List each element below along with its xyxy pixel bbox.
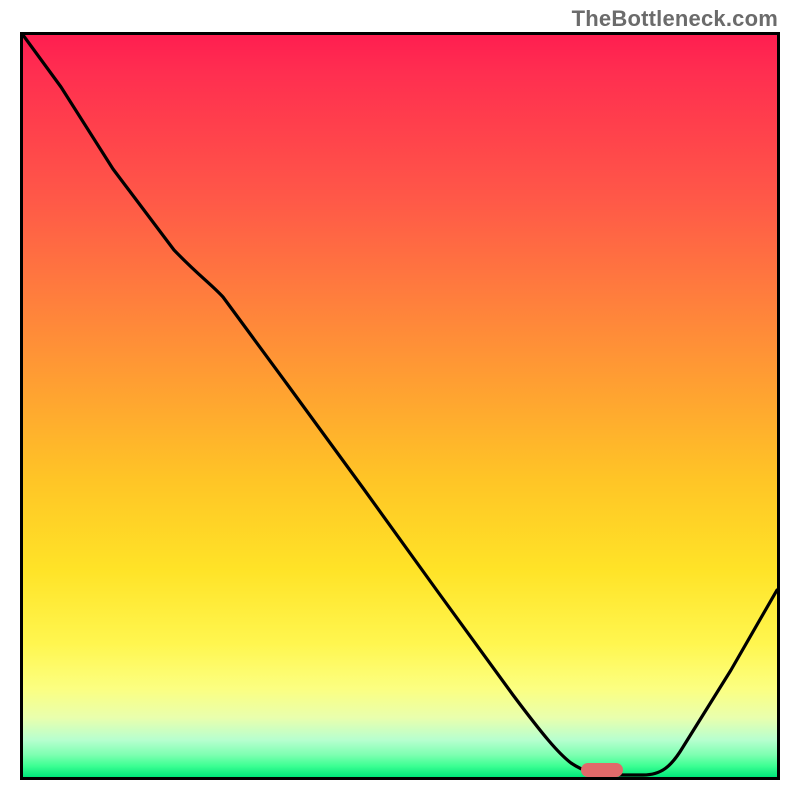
bottleneck-curve [23, 35, 777, 775]
attribution-text: TheBottleneck.com [572, 6, 778, 32]
curve-svg [23, 35, 777, 777]
chart-frame: TheBottleneck.com [0, 0, 800, 800]
plot-area [20, 32, 780, 780]
optimal-marker [581, 763, 623, 777]
